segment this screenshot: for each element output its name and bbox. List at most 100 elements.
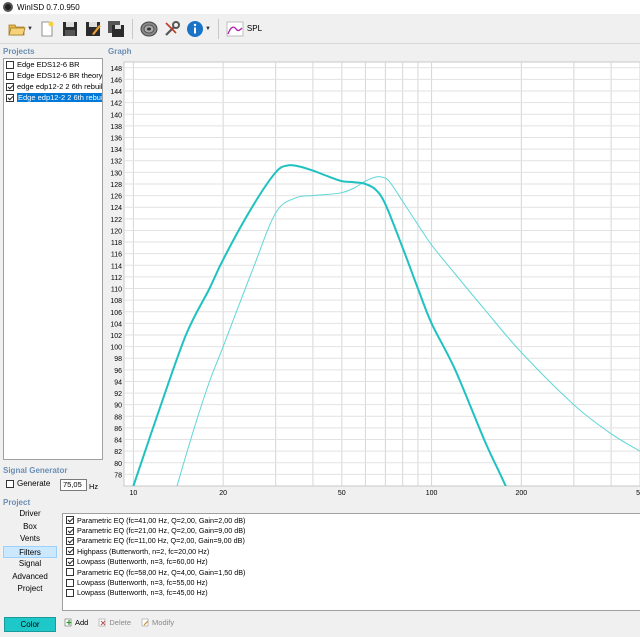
filter-item[interactable]: Lowpass (Butterworth, n=3, fc=55,00 Hz) [63,577,640,587]
add-icon [64,618,72,627]
add-button[interactable]: Add [64,618,88,627]
projects-list: Edge EDS12-6 BR Edge EDS12-6 BR theory edg… [3,58,103,460]
x-tick-label: 20 [219,490,227,497]
filter-label: Lowpass (Butterworth, n=3, fc=60,00 Hz) [77,557,208,567]
x-tick-label: 100 [426,490,438,497]
y-tick-label: 142 [110,101,122,108]
filter-item[interactable]: Highpass (Butterworth, n=2, fc=20,00 Hz) [63,546,640,556]
toolbar: ▼ ▼ SPL [0,14,640,44]
frequency-unit: Hz [89,482,99,491]
nav-item-driver[interactable]: Driver [3,508,57,521]
filter-checkbox[interactable] [66,557,74,566]
project-item[interactable]: Edge edp12-2 2 6th rebuild [4,92,102,103]
filter-label: Parametric EQ (fc=21,00 Hz, Q=2,00, Gain… [77,526,246,536]
spl-graph[interactable]: 78 80 82 84 86 88 90 92 94 96 98 100 102 104 106 108 110… [108,58,640,498]
filter-checkbox[interactable] [66,516,74,525]
filter-label: Lowpass (Butterworth, n=3, fc=55,00 Hz) [77,578,208,588]
y-tick-label: 106 [110,310,122,317]
project-nav: Driver Box Vents Filters Signal Advanced Proje… [3,508,57,596]
speaker-driver-icon[interactable] [140,20,158,38]
filter-label: Lowpass (Butterworth, n=3, fc=45,00 Hz) [77,588,208,598]
y-tick-label: 148 [110,66,122,73]
project-item[interactable]: Edge EDS12-6 BR [4,59,102,70]
save-all-icon[interactable] [107,20,125,38]
delete-label: Delete [109,618,132,627]
modify-button[interactable]: Modify [141,618,174,627]
spl-chart: 78 80 82 84 86 88 90 92 94 96 98 100 102 104 106 108 110… [110,61,640,497]
filter-item[interactable]: Parametric EQ (fc=58,00 Hz, Q=4,00, Gain… [63,567,640,577]
y-tick-label: 122 [110,217,122,224]
filters-list: Parametric EQ (fc=41,00 Hz, Q=2,00, Gain… [62,513,640,611]
filter-checkbox[interactable] [66,578,74,587]
filter-label: Parametric EQ (fc=41,00 Hz, Q=2,00, Gain… [77,515,246,525]
projects-title: Projects [3,47,35,56]
info-icon[interactable] [186,20,204,38]
filter-label: Parametric EQ (fc=11,00 Hz, Q=2,00, Gain… [77,536,245,546]
nav-item-signal[interactable]: Signal [3,558,57,571]
y-tick-label: 86 [114,426,122,433]
spl-label[interactable]: SPL [247,24,262,33]
nav-item-box[interactable]: Box [3,521,57,534]
filter-item[interactable]: Lowpass (Butterworth, n=3, fc=60,00 Hz) [63,557,640,567]
filter-checkbox[interactable] [66,568,74,577]
nav-item-project[interactable]: Project [3,583,57,596]
x-tick-label: 10 [129,490,137,497]
delete-icon [99,618,106,627]
y-tick-label: 104 [110,321,122,328]
project-checkbox[interactable] [6,82,14,91]
y-tick-label: 96 [114,368,122,375]
y-tick-label: 128 [110,182,122,189]
y-tick-label: 124 [110,205,122,212]
project-checkbox[interactable] [6,71,14,80]
title-bar: WinISD 0.7.0.950 [0,0,640,14]
project-item[interactable]: Edge EDS12-6 BR theory [4,70,102,81]
toolbar-separator [217,18,219,39]
y-tick-label: 146 [110,77,122,84]
y-tick-label: 108 [110,298,122,305]
filter-item[interactable]: Parametric EQ (fc=21,00 Hz, Q=2,00, Gain… [63,525,640,535]
save-as-icon[interactable] [84,20,102,38]
filter-checkbox[interactable] [66,536,74,545]
y-tick-label: 130 [110,170,122,177]
new-document-icon[interactable] [38,20,56,38]
y-tick-label: 120 [110,228,122,235]
project-label: Edge EDS12-6 BR [17,60,80,69]
filter-label: Parametric EQ (fc=58,00 Hz, Q=4,00, Gain… [77,567,246,577]
project-checkbox[interactable] [6,93,14,102]
y-tick-label: 116 [111,252,122,259]
x-tick-label: 50 [338,490,346,497]
filter-item[interactable]: Lowpass (Butterworth, n=3, fc=45,00 Hz) [63,588,640,598]
y-tick-label: 90 [114,403,122,410]
open-dropdown-icon[interactable]: ▼ [27,26,33,32]
y-tick-label: 134 [110,147,122,154]
wrench-screwdriver-icon[interactable] [163,20,181,38]
y-tick-label: 78 [114,472,122,479]
nav-item-advanced[interactable]: Advanced [3,571,57,584]
spl-graph-icon[interactable] [226,20,244,38]
frequency-input[interactable]: 75,05 [60,479,87,491]
filter-item[interactable]: Parametric EQ (fc=41,00 Hz, Q=2,00, Gain… [63,515,640,525]
info-dropdown-icon[interactable]: ▼ [205,26,211,32]
delete-button[interactable]: Delete [98,618,131,627]
folder-open-icon[interactable] [8,20,26,38]
project-item[interactable]: edge edp12-2 2 6th rebuild [4,81,102,92]
y-tick-label: 98 [114,356,122,363]
nav-item-filters[interactable]: Filters [3,545,57,558]
filter-checkbox[interactable] [66,588,74,597]
generate-checkbox[interactable] [6,479,14,488]
color-button[interactable]: Color [4,617,56,632]
generate-checkbox-row[interactable]: Generate [6,479,50,488]
filter-checkbox[interactable] [66,547,74,556]
generate-label: Generate [17,479,51,488]
y-tick-label: 82 [114,449,122,456]
add-label: Add [75,618,89,627]
filter-item[interactable]: Parametric EQ (fc=11,00 Hz, Q=2,00, Gain… [63,536,640,546]
project-label: Edge EDS12-6 BR theory [17,71,102,80]
filter-checkbox[interactable] [66,526,74,535]
y-tick-label: 94 [114,379,122,386]
project-checkbox[interactable] [6,60,14,69]
window-title: WinISD 0.7.0.950 [17,2,80,12]
save-icon[interactable] [61,20,79,38]
nav-item-vents[interactable]: Vents [3,533,57,546]
y-tick-label: 114 [111,263,122,270]
